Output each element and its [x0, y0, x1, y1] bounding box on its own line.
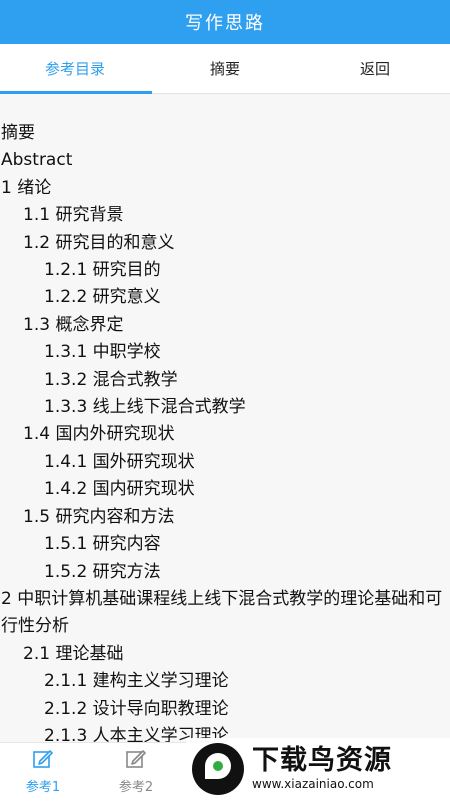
nav-reference-1[interactable]: 参考1: [8, 743, 78, 801]
nav-label: 参考1: [25, 780, 61, 795]
toc-item[interactable]: Abstract: [0, 147, 450, 174]
toc-item[interactable]: 1.3.1 中职学校: [0, 339, 450, 366]
toc-item[interactable]: 1.2.2 研究意义: [0, 284, 450, 311]
toc-item[interactable]: 2.1.1 建构主义学习理论: [0, 668, 450, 695]
toc-item[interactable]: 2.1 理论基础: [0, 641, 450, 668]
toc-item[interactable]: 1.5.2 研究方法: [0, 559, 450, 586]
toc-item[interactable]: 1.3.3 线上线下混合式教学: [0, 394, 450, 421]
page-title: 写作思路: [185, 13, 265, 34]
nav-label: 参考2: [118, 780, 154, 795]
tab-label: 摘要: [209, 60, 240, 78]
watermark-url: www.xiazainiao.com: [252, 777, 374, 791]
toc-list: 摘要 Abstract 1 绪论 1.1 研究背景 1.2 研究目的和意义 1.2.1 研…: [0, 94, 450, 742]
edit-icon: [126, 750, 146, 768]
edit-icon: [33, 750, 53, 768]
watermark-title: 下载鸟资源: [252, 745, 392, 776]
toc-item[interactable]: 1 绪论: [0, 175, 450, 202]
tab-label: 返回: [359, 60, 390, 78]
toc-item[interactable]: 1.2 研究目的和意义: [0, 230, 450, 257]
tab-abstract[interactable]: 摘要: [150, 44, 300, 93]
tab-back[interactable]: 返回: [300, 44, 450, 93]
toc-item[interactable]: 1.3 概念界定: [0, 312, 450, 339]
toc-item[interactable]: 1.2.1 研究目的: [0, 257, 450, 284]
toc-item[interactable]: 2 中职计算机基础课程线上线下混合式教学的理论基础和可行性分析: [0, 586, 450, 641]
tab-label: 参考目录: [44, 60, 105, 78]
toc-item[interactable]: 1.5 研究内容和方法: [0, 504, 450, 531]
nav-reference-2[interactable]: 参考2: [101, 743, 171, 801]
toc-item[interactable]: 1.4.2 国内研究现状: [0, 476, 450, 503]
bird-logo-icon: [192, 743, 244, 795]
toc-item[interactable]: 1.3.2 混合式教学: [0, 367, 450, 394]
watermark: 下载鸟资源 www.xiazainiao.com: [186, 738, 450, 800]
tab-reference-toc[interactable]: 参考目录: [0, 44, 152, 94]
app-header: 写作思路: [0, 0, 450, 44]
tab-bar: 参考目录 摘要 返回: [0, 44, 450, 94]
toc-item[interactable]: 摘要: [0, 120, 450, 147]
toc-item[interactable]: 1.5.1 研究内容: [0, 531, 450, 558]
toc-item[interactable]: 1.1 研究背景: [0, 202, 450, 229]
toc-panel[interactable]: 摘要 Abstract 1 绪论 1.1 研究背景 1.2 研究目的和意义 1.2.1 研…: [0, 94, 450, 742]
toc-item[interactable]: 2.1.2 设计导向职教理论: [0, 696, 450, 723]
toc-item[interactable]: 1.4 国内外研究现状: [0, 421, 450, 448]
toc-item[interactable]: 1.4.1 国外研究现状: [0, 449, 450, 476]
